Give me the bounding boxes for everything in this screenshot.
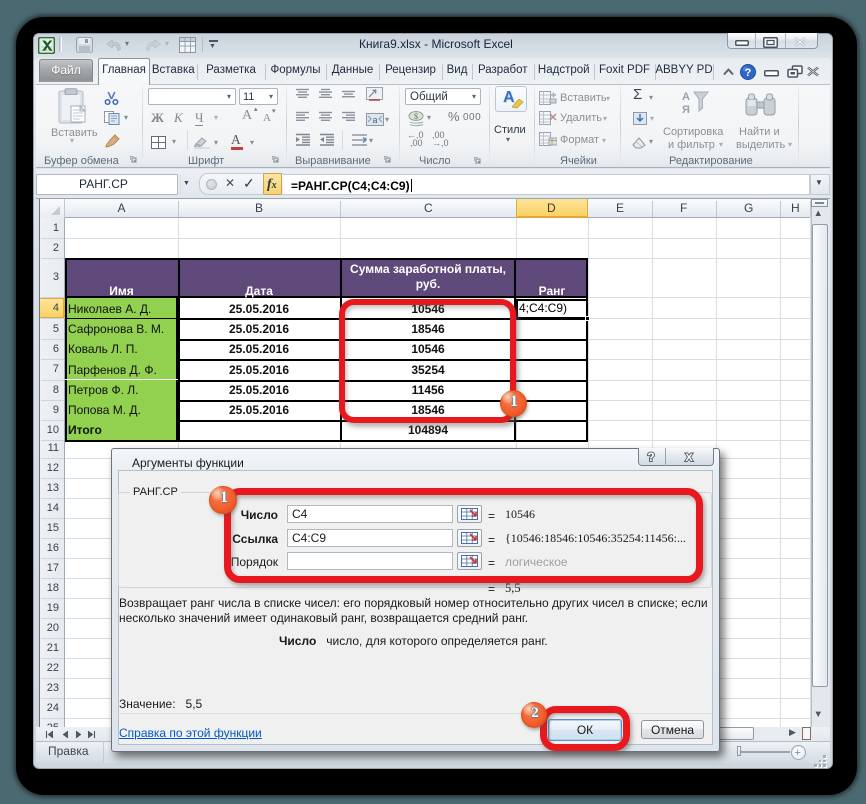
- svg-text:?: ?: [745, 67, 752, 79]
- svg-text:X: X: [685, 452, 693, 464]
- svg-text:Я: Я: [682, 104, 690, 116]
- svg-text:?: ?: [647, 450, 654, 464]
- svg-text:А: А: [682, 91, 690, 103]
- svg-text:$: $: [414, 112, 418, 121]
- svg-text:a: a: [372, 115, 377, 125]
